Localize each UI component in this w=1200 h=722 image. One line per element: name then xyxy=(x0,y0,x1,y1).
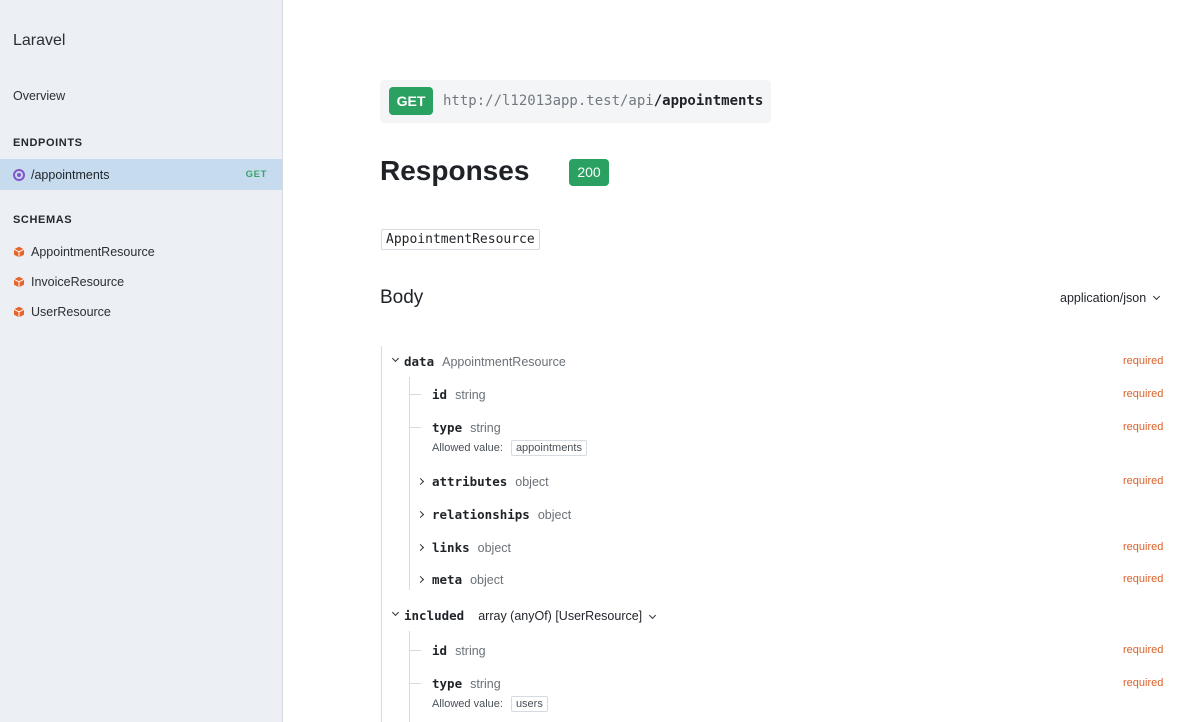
property-type-select[interactable]: array (anyOf) [UserResource] xyxy=(478,609,657,623)
app-title: Laravel xyxy=(13,32,66,49)
property-data: data AppointmentResource xyxy=(404,354,566,369)
base-url: http://l12013app.test/api xyxy=(443,93,654,109)
collapse-data-toggle[interactable] xyxy=(390,353,400,367)
content-type-select[interactable]: application/json xyxy=(1060,291,1161,305)
request-url-bar: GET http://l12013app.test/api/appointmen… xyxy=(380,80,771,123)
schemas-heading: SCHEMAS xyxy=(13,214,73,226)
property-name: meta xyxy=(432,572,463,587)
chevron-right-icon xyxy=(416,543,425,551)
required-label: required xyxy=(1123,541,1164,553)
property-type: string xyxy=(470,677,501,691)
chevron-right-icon xyxy=(416,510,425,518)
property-name: relationships xyxy=(432,507,530,522)
status-code-tab[interactable]: 200 xyxy=(569,159,609,186)
property-type-field: type string xyxy=(432,420,501,435)
property-id: id string xyxy=(432,643,486,658)
endpoints-heading: ENDPOINTS xyxy=(13,137,83,149)
property-type: object xyxy=(515,475,549,489)
property-name: attributes xyxy=(432,474,508,489)
required-label: required xyxy=(1123,677,1164,689)
allowed-value-label: Allowed value: xyxy=(432,442,503,454)
chevron-down-icon xyxy=(1153,292,1161,301)
property-relationships[interactable]: relationships object xyxy=(432,507,571,522)
tree-line xyxy=(409,377,410,590)
cube-icon xyxy=(13,246,25,258)
required-label: required xyxy=(1123,355,1164,367)
url-path: /appointments xyxy=(653,93,764,109)
required-label: required xyxy=(1123,388,1164,400)
allowed-value-label: Allowed value: xyxy=(432,698,503,710)
sidebar-item-appointments[interactable]: /appointments GET xyxy=(0,159,282,190)
property-type: string xyxy=(455,644,486,658)
tree-line xyxy=(409,683,421,684)
sidebar: Laravel Overview ENDPOINTS /appointments… xyxy=(0,0,283,722)
property-name: links xyxy=(432,540,470,555)
property-links[interactable]: links object xyxy=(432,540,511,555)
sidebar-item-invoice-resource[interactable]: InvoiceResource xyxy=(13,275,124,289)
chevron-down-icon xyxy=(391,354,399,363)
schema-label: UserResource xyxy=(31,305,111,319)
sidebar-item-user-resource[interactable]: UserResource xyxy=(13,305,111,319)
sidebar-item-overview[interactable]: Overview xyxy=(13,89,65,103)
expand-meta-toggle[interactable] xyxy=(416,572,427,586)
property-name: id xyxy=(432,643,448,658)
property-type: string xyxy=(455,388,486,402)
property-name: id xyxy=(432,387,448,402)
property-type-field: type string xyxy=(432,676,501,691)
property-type: object xyxy=(477,541,511,555)
property-name: data xyxy=(404,354,435,369)
endpoint-path: /appointments xyxy=(31,167,110,182)
tree-line xyxy=(409,427,421,428)
allowed-value-row: Allowed value: appointments xyxy=(432,440,587,456)
property-name: type xyxy=(432,420,463,435)
chevron-down-icon xyxy=(649,611,657,620)
http-method-badge[interactable]: GET xyxy=(389,87,433,115)
tree-line xyxy=(409,394,421,395)
required-label: required xyxy=(1123,644,1164,656)
tree-line xyxy=(409,631,410,722)
sidebar-item-appointment-resource[interactable]: AppointmentResource xyxy=(13,245,155,259)
tree-line xyxy=(381,346,382,722)
tree-line xyxy=(409,650,421,651)
expand-attributes-toggle[interactable] xyxy=(416,474,427,488)
required-label: required xyxy=(1123,573,1164,585)
property-name: type xyxy=(432,676,463,691)
required-label: required xyxy=(1123,421,1164,433)
endpoint-method-badge: GET xyxy=(245,169,267,180)
schema-label: AppointmentResource xyxy=(31,245,155,259)
required-label: required xyxy=(1123,475,1164,487)
expand-links-toggle[interactable] xyxy=(416,540,427,554)
endpoint-icon xyxy=(13,168,25,181)
property-type: object xyxy=(470,573,504,587)
property-attributes[interactable]: attributes object xyxy=(432,474,549,489)
chevron-right-icon xyxy=(416,477,425,485)
response-schema-name[interactable]: AppointmentResource xyxy=(381,229,540,250)
expand-relationships-toggle[interactable] xyxy=(416,507,427,521)
property-included: included array (anyOf) [UserResource] xyxy=(404,608,657,623)
collapse-included-toggle[interactable] xyxy=(390,607,400,621)
cube-icon xyxy=(13,306,25,318)
allowed-value-row: Allowed value: users xyxy=(432,696,548,712)
property-type: string xyxy=(470,421,501,435)
property-type: object xyxy=(537,508,572,522)
schema-label: InvoiceResource xyxy=(31,275,125,289)
property-type: array (anyOf) [UserResource] xyxy=(478,609,643,623)
allowed-value: appointments xyxy=(510,440,587,456)
content-type-value: application/json xyxy=(1060,291,1147,305)
property-type: AppointmentResource xyxy=(442,355,566,369)
cube-icon xyxy=(13,276,25,288)
chevron-down-icon xyxy=(391,608,399,617)
request-url[interactable]: http://l12013app.test/api/appointments xyxy=(443,93,763,109)
allowed-value: users xyxy=(510,696,548,712)
chevron-right-icon xyxy=(416,575,425,583)
responses-title: Responses xyxy=(380,155,530,186)
body-title: Body xyxy=(380,287,424,308)
property-id: id string xyxy=(432,387,486,402)
property-name: included xyxy=(404,608,465,623)
property-meta[interactable]: meta object xyxy=(432,572,503,587)
